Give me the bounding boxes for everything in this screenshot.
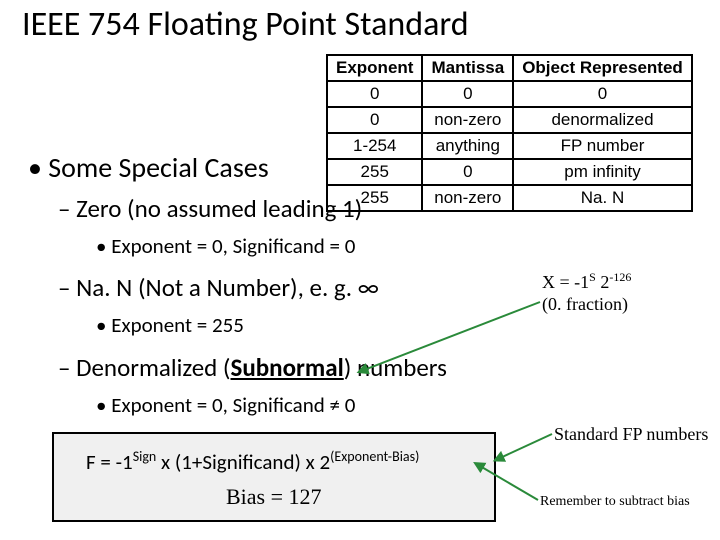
case-denorm-detail: Exponent = 0, Significand ≠ 0	[96, 392, 355, 418]
case-denormalized: Denormalized (Subnormal) numbers	[58, 352, 447, 383]
table-row: 0non-zerodenormalized	[327, 107, 692, 133]
table-header-row: Exponent Mantissa Object Represented	[327, 55, 692, 81]
case-nan-detail: Exponent = 255	[96, 312, 244, 338]
slide-title: IEEE 754 Floating Point Standard	[22, 4, 469, 45]
case-zero: Zero (no assumed leading 1)	[58, 193, 362, 224]
denorm-suffix: ) numbers	[344, 352, 447, 383]
subnormal-word: Subnormal	[231, 352, 344, 383]
table-row: 2550pm infinity	[327, 159, 692, 185]
bias-reminder-annotation: Remember to subtract bias	[540, 494, 690, 510]
table-row: 255non-zeroNa. N	[327, 185, 692, 211]
col-mantissa: Mantissa	[422, 55, 513, 81]
table-row: 1-254anythingFP number	[327, 133, 692, 159]
bias-value: Bias = 127	[226, 484, 322, 510]
encoding-table: Exponent Mantissa Object Represented 000…	[326, 54, 693, 212]
case-zero-detail: Exponent = 0, Significand = 0	[96, 233, 355, 259]
fp-number-annotation: Standard FP numbers	[554, 424, 708, 445]
col-exponent: Exponent	[327, 55, 422, 81]
fp-formula: F = -1Sign x (1+Significand) x 2(Exponen…	[86, 448, 419, 475]
denorm-prefix: Denormalized (	[76, 352, 230, 383]
col-object: Object Represented	[513, 55, 692, 81]
arrow-fp-formula	[500, 434, 552, 458]
subnormal-formula-annotation: X = -1S 2-126 (0. fraction)	[542, 270, 631, 315]
case-nan: Na. N (Not a Number), e. g. ∞	[58, 272, 379, 303]
bullet-special-cases: Some Special Cases	[28, 150, 269, 185]
table-row: 000	[327, 81, 692, 107]
